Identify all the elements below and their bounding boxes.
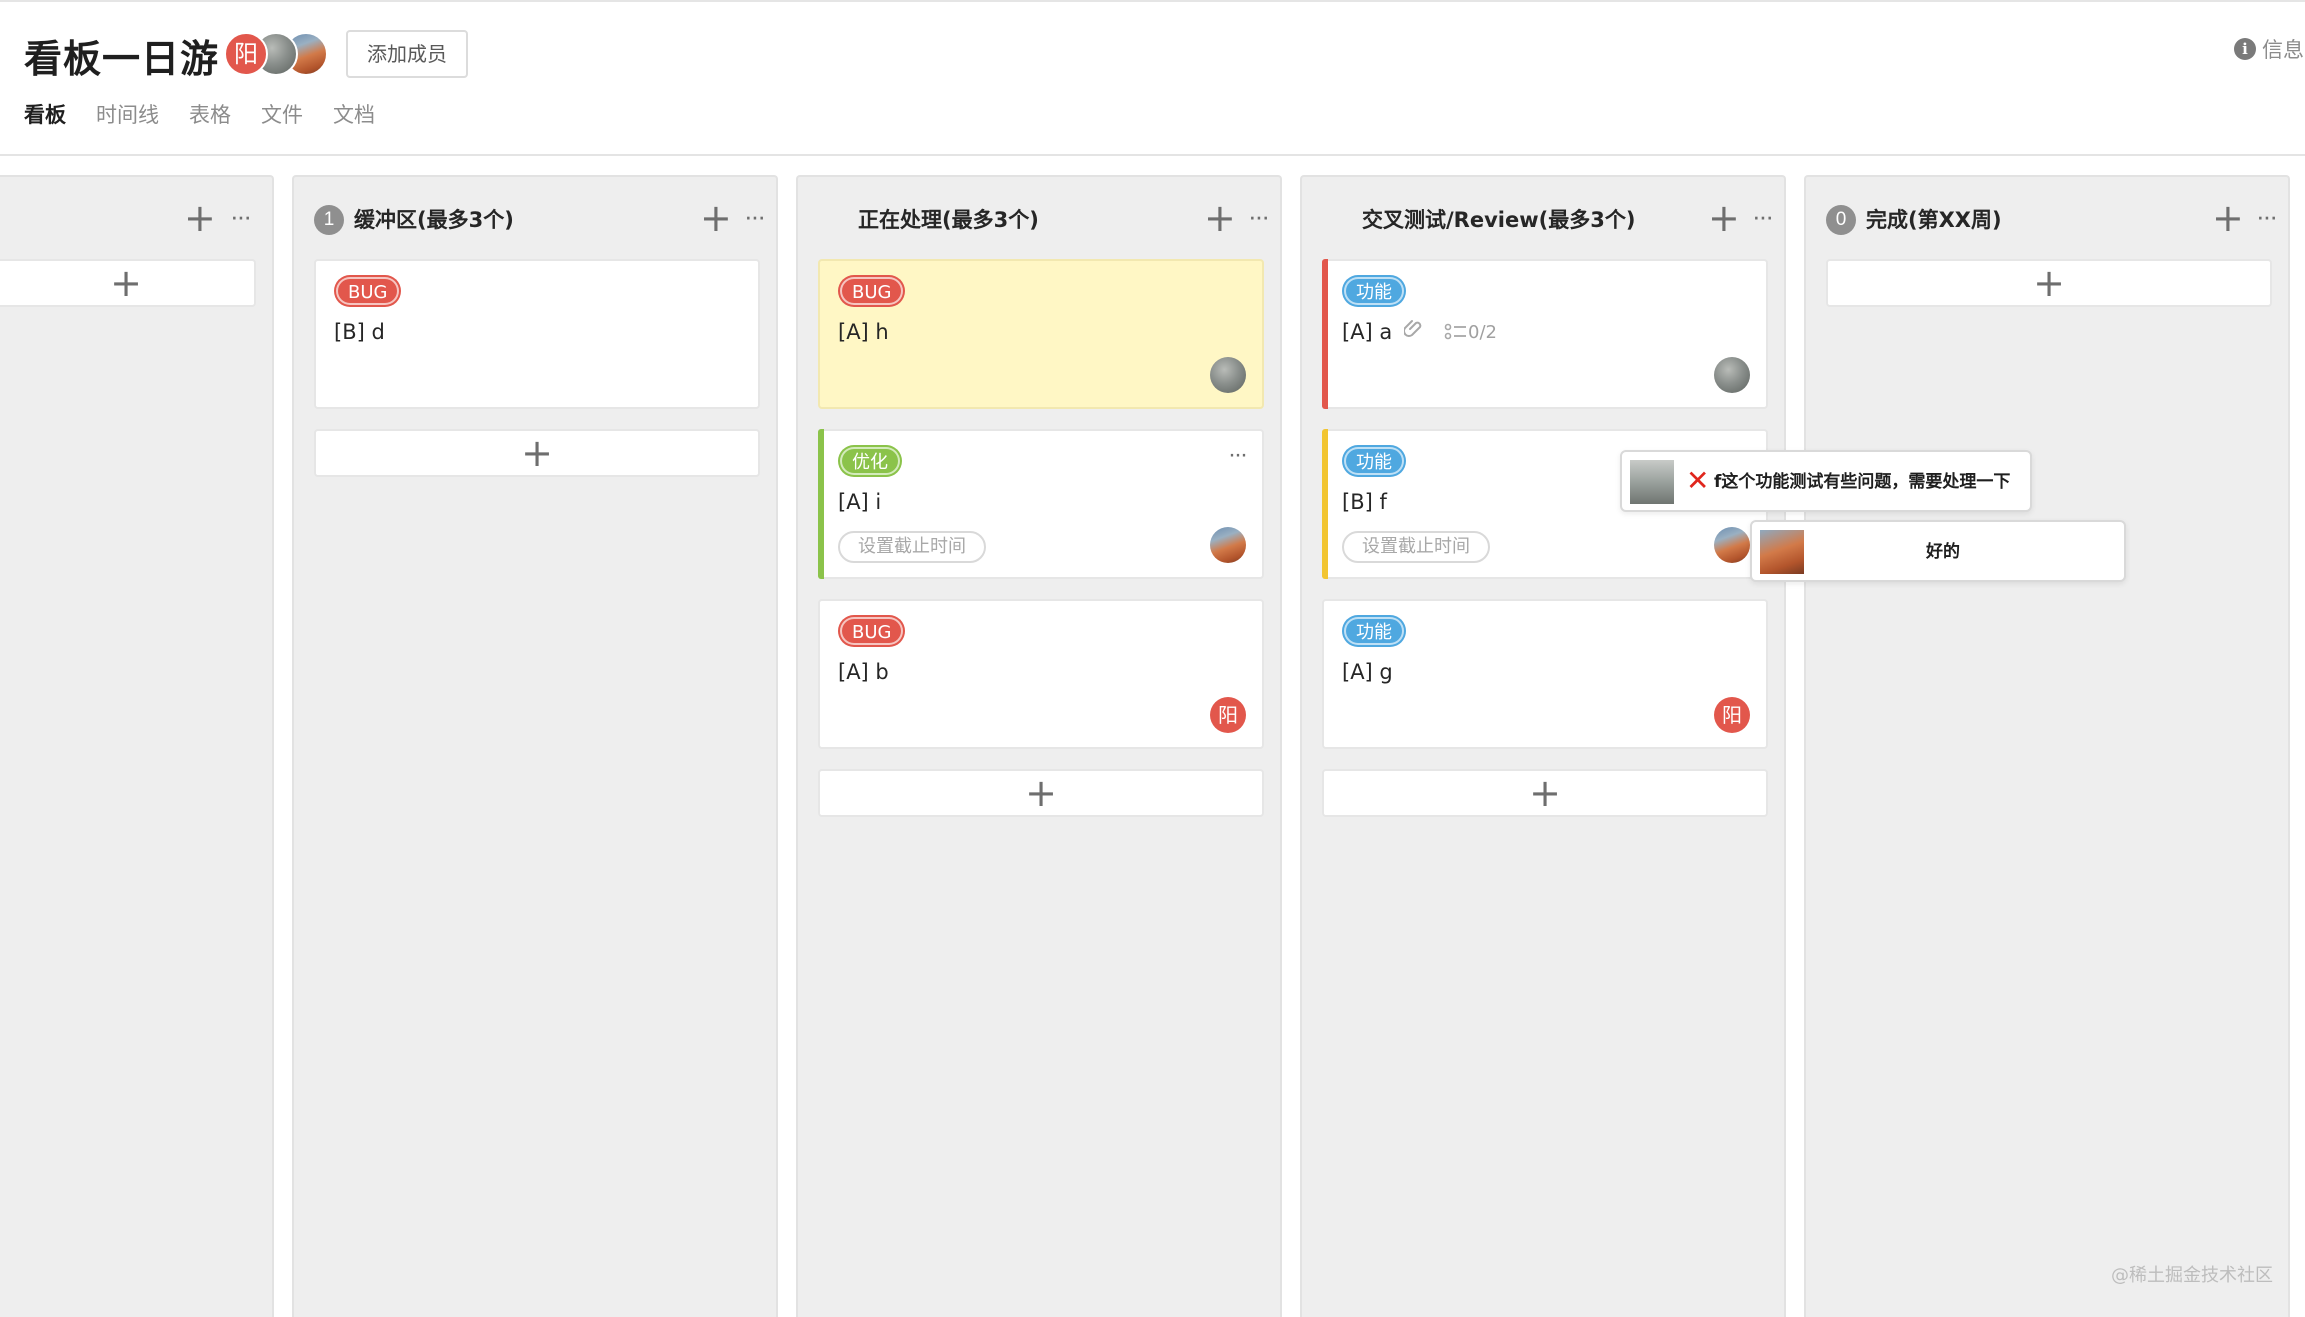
kanban-column: 正在处理(最多3个) + ··· BUG [A] h 优化 ··· [A] i … xyxy=(796,175,1282,1317)
checklist-icon xyxy=(1444,323,1466,340)
more-icon[interactable]: ··· xyxy=(2248,199,2284,239)
add-member-button[interactable]: 添加成员 xyxy=(346,30,468,78)
add-card-button[interactable]: + xyxy=(1826,259,2272,307)
info-label: 信息 xyxy=(2262,38,2304,62)
card-title: [A] i xyxy=(838,490,882,514)
add-card-icon[interactable]: + xyxy=(184,199,216,239)
avatar[interactable]: 阳 xyxy=(224,32,268,76)
add-card-button[interactable]: + xyxy=(1322,769,1768,817)
add-card-button[interactable]: + xyxy=(0,259,256,307)
view-tabs: 看板 时间线 表格 文件 文档 xyxy=(24,100,405,130)
add-card-icon[interactable]: + xyxy=(1708,199,1740,239)
add-card-icon[interactable]: + xyxy=(2212,199,2244,239)
task-card[interactable]: BUG [A] b 阳 xyxy=(818,599,1264,749)
feature-tag: 功能 xyxy=(1342,615,1406,647)
feature-tag: 功能 xyxy=(1342,275,1406,307)
priority-strip xyxy=(818,429,824,579)
column-title: 正在处理(最多3个) xyxy=(858,208,1039,232)
column-header: 交叉测试/Review(最多3个) + ··· xyxy=(1302,177,1784,267)
comment-bubble[interactable]: 好的 xyxy=(1750,520,2126,582)
kanban-column: + ··· + xyxy=(0,175,274,1317)
checklist-progress: 0/2 xyxy=(1468,321,1497,343)
card-title: [A] a xyxy=(1342,320,1393,344)
column-count-badge: 1 xyxy=(314,205,344,235)
kanban-column: 0 完成(第XX周) + ··· + xyxy=(1804,175,2290,1317)
tab-files[interactable]: 文件 xyxy=(261,100,303,130)
column-header: 正在处理(最多3个) + ··· xyxy=(798,177,1280,267)
checklist-indicator: 0/2 xyxy=(1444,322,1497,343)
set-due-date-button[interactable]: 设置截止时间 xyxy=(838,531,986,563)
feature-tag: 功能 xyxy=(1342,445,1406,477)
assignee-avatar[interactable]: 阳 xyxy=(1714,697,1750,733)
card-title: [A] h xyxy=(838,320,889,344)
bug-tag: BUG xyxy=(838,615,906,647)
member-avatars[interactable]: 阳 xyxy=(224,32,334,76)
column-title: 交叉测试/Review(最多3个) xyxy=(1362,208,1636,232)
more-icon[interactable]: ··· xyxy=(1228,441,1248,469)
priority-strip xyxy=(1322,429,1328,579)
column-header: 0 完成(第XX周) + ··· xyxy=(1806,177,2288,267)
info-icon: i xyxy=(2234,38,2256,60)
priority-strip xyxy=(1322,259,1328,409)
commenter-avatar xyxy=(1760,530,1804,574)
info-button[interactable]: i 信息 xyxy=(2234,34,2304,64)
project-header: 看板一日游 阳 添加成员 看板 时间线 表格 文件 文档 i 信息 xyxy=(0,0,2305,156)
column-title: 缓冲区(最多3个) xyxy=(354,208,514,232)
column-title: 完成(第XX周) xyxy=(1866,208,2002,232)
comment-text: f这个功能测试有些问题，需要处理一下 xyxy=(1714,472,2011,492)
bug-tag: BUG xyxy=(334,275,402,307)
task-card[interactable]: 功能 [A] a 0/2 xyxy=(1322,259,1768,409)
task-card[interactable]: BUG [B] d xyxy=(314,259,760,409)
column-count-badge: 0 xyxy=(1826,205,1856,235)
assignee-avatar[interactable] xyxy=(1714,527,1750,563)
comment-text: 好的 xyxy=(1926,542,1960,562)
set-due-date-button[interactable]: 设置截止时间 xyxy=(1342,531,1490,563)
kanban-column: 1 缓冲区(最多3个) + ··· BUG [B] d + xyxy=(292,175,778,1317)
more-icon[interactable]: ··· xyxy=(736,199,772,239)
kanban-column: 交叉测试/Review(最多3个) + ··· 功能 [A] a 0/2 功能 … xyxy=(1300,175,1786,1317)
comment-bubble[interactable]: ✕ f这个功能测试有些问题，需要处理一下 xyxy=(1620,450,2032,512)
close-icon: ✕ xyxy=(1686,465,1710,496)
add-card-icon[interactable]: + xyxy=(700,199,732,239)
task-card[interactable]: 优化 ··· [A] i 设置截止时间 xyxy=(818,429,1264,579)
optimize-tag: 优化 xyxy=(838,445,902,477)
tab-timeline[interactable]: 时间线 xyxy=(96,100,159,130)
column-header: + ··· xyxy=(0,177,272,267)
card-title: [B] f xyxy=(1342,490,1387,514)
task-card[interactable]: 功能 [A] g 阳 xyxy=(1322,599,1768,749)
page-title: 看板一日游 xyxy=(24,37,220,81)
assignee-avatar[interactable] xyxy=(1210,357,1246,393)
task-card[interactable]: BUG [A] h xyxy=(818,259,1264,409)
column-header: 1 缓冲区(最多3个) + ··· xyxy=(294,177,776,267)
commenter-avatar xyxy=(1630,460,1674,504)
tab-table[interactable]: 表格 xyxy=(189,100,231,130)
more-icon[interactable]: ··· xyxy=(1744,199,1780,239)
card-title: [A] b xyxy=(838,660,889,684)
add-card-button[interactable]: + xyxy=(818,769,1264,817)
bug-tag: BUG xyxy=(838,275,906,307)
card-meta: 0/2 xyxy=(1403,317,1497,347)
assignee-avatar[interactable]: 阳 xyxy=(1210,697,1246,733)
assignee-avatar[interactable] xyxy=(1210,527,1246,563)
more-icon[interactable]: ··· xyxy=(1240,199,1276,239)
attachment-icon xyxy=(1403,318,1424,346)
add-card-icon[interactable]: + xyxy=(1204,199,1236,239)
watermark: @稀土掘金技术社区 xyxy=(2111,1265,2273,1286)
more-icon[interactable]: ··· xyxy=(222,199,258,239)
tab-docs[interactable]: 文档 xyxy=(333,100,375,130)
card-title: [A] g xyxy=(1342,660,1393,684)
assignee-avatar[interactable] xyxy=(1714,357,1750,393)
add-card-button[interactable]: + xyxy=(314,429,760,477)
card-title: [B] d xyxy=(334,320,385,344)
tab-kanban[interactable]: 看板 xyxy=(24,100,66,130)
